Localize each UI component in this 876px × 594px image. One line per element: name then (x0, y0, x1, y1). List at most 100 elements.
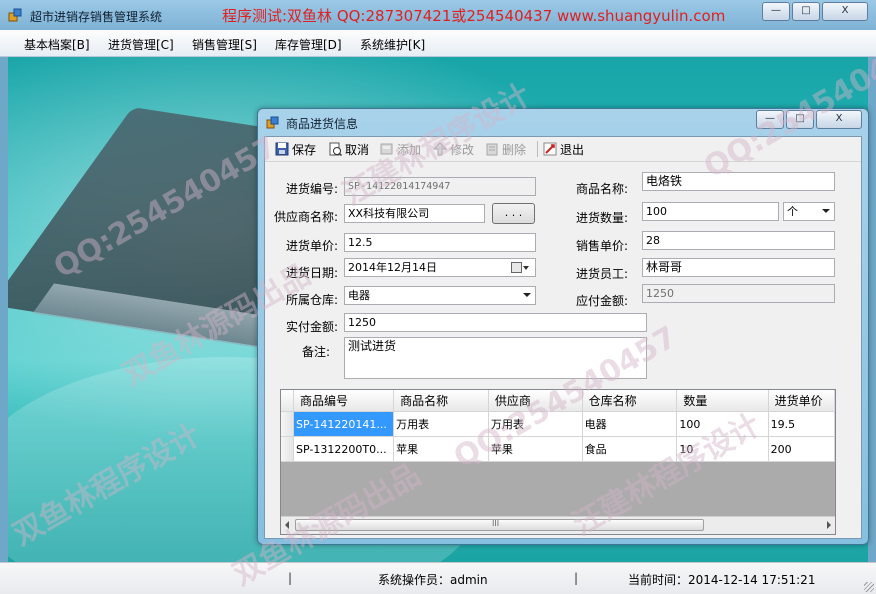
purchase-date-label: 进货日期: (286, 266, 339, 280)
calendar-icon (511, 262, 529, 273)
purchase-date-picker[interactable]: 2014年12月14日 (344, 258, 536, 277)
table-cell[interactable]: 万用表 (488, 411, 583, 437)
add-label: 添加 (397, 142, 422, 157)
horizontal-scrollbar[interactable]: III (281, 516, 835, 534)
column-header[interactable]: 供应商 (488, 390, 583, 412)
cancel-button[interactable]: 取消 (328, 141, 369, 157)
note-label: 备注: (302, 345, 331, 359)
sale-price-field[interactable]: 28 (642, 231, 835, 250)
purchase-date-value: 2014年12月14日 (348, 261, 437, 274)
app-icon (8, 8, 22, 22)
exit-button[interactable]: 退出 (543, 141, 584, 157)
column-header[interactable]: 商品编号 (293, 390, 395, 412)
paid-label: 实付金额: (286, 320, 339, 334)
column-header[interactable]: 数量 (676, 390, 769, 412)
resize-grip[interactable] (864, 582, 874, 592)
clerk-field[interactable]: 林哥哥 (642, 258, 835, 277)
purchase-price-label: 进货单价: (286, 239, 339, 253)
edit-arrow-icon (433, 142, 447, 156)
scroll-right-icon[interactable] (827, 521, 831, 529)
row-header[interactable] (281, 436, 295, 462)
paid-amount-field[interactable]: 1250 (344, 313, 647, 332)
delete-button[interactable]: 删除 (485, 141, 526, 157)
column-header[interactable]: 商品名称 (393, 390, 489, 412)
row-header[interactable] (281, 411, 295, 437)
table-header-row: 商品编号 商品名称 供应商 仓库名称 数量 进货单价 (281, 390, 835, 412)
scrollbar-thumb[interactable]: III (295, 519, 704, 531)
scroll-grip: III (492, 519, 500, 528)
table-row[interactable]: SP-141220141... 万用表 万用表 电器 100 19.5 (281, 411, 835, 437)
supplier-field[interactable]: XX科技有限公司 (344, 204, 485, 223)
dialog-title: 商品进货信息 (286, 117, 359, 131)
dialog-maximize-button[interactable]: □ (786, 110, 814, 129)
status-separator: | (288, 571, 293, 585)
table-cell[interactable]: SP-141220141... (293, 411, 395, 437)
save-icon (275, 142, 289, 156)
window-controls: — □ X (762, 2, 868, 21)
product-name-field[interactable]: 电烙铁 (642, 172, 835, 191)
unit-select[interactable]: 个 (783, 202, 835, 221)
close-button[interactable]: X (822, 2, 868, 21)
table-cell[interactable]: 万用表 (393, 411, 489, 437)
main-title-bar: 超市进销存销售管理系统 程序测试:双鱼林 QQ:287307421或254540… (0, 0, 876, 31)
payable-amount-field[interactable]: 1250 (642, 284, 835, 303)
delete-label: 删除 (502, 142, 527, 157)
minimize-button[interactable]: — (762, 2, 790, 21)
add-icon (380, 143, 393, 155)
note-textarea[interactable]: 测试进货 (344, 337, 647, 379)
table-cell[interactable]: 食品 (582, 436, 678, 462)
column-header[interactable]: 仓库名称 (582, 390, 678, 412)
table-cell[interactable]: 19.5 (768, 411, 835, 437)
supplier-browse-button[interactable]: . . . (492, 203, 535, 224)
cancel-label: 取消 (345, 142, 370, 157)
exit-label: 退出 (560, 142, 585, 157)
status-operator: 系统操作员：admin (378, 573, 488, 587)
menu-inventory[interactable]: 库存管理[D] (275, 36, 342, 53)
purchase-price-field[interactable]: 12.5 (344, 233, 536, 252)
product-name-label: 商品名称: (576, 182, 629, 196)
menu-basic-files[interactable]: 基本档案[B] (24, 36, 90, 53)
status-separator: | (574, 571, 579, 585)
purchase-table: 商品编号 商品名称 供应商 仓库名称 数量 进货单价 SP-141220141.… (281, 390, 835, 462)
scroll-left-icon[interactable] (285, 521, 289, 529)
promo-text: 程序测试:双鱼林 QQ:287307421或254540437 www.shua… (222, 7, 726, 25)
save-label: 保存 (292, 142, 317, 157)
supplier-label: 供应商名称: (274, 210, 339, 224)
chevron-down-icon (523, 293, 531, 297)
menu-sales[interactable]: 销售管理[S] (192, 36, 257, 53)
table-cell[interactable]: 10 (676, 436, 769, 462)
menu-system[interactable]: 系统维护[K] (360, 36, 425, 53)
sale-price-label: 销售单价: (576, 239, 629, 253)
quantity-label: 进货数量: (576, 211, 629, 225)
column-header[interactable]: 进货单价 (768, 390, 835, 412)
maximize-button[interactable]: □ (792, 2, 820, 21)
grid-corner (281, 390, 295, 412)
purchase-no-field[interactable]: SP-14122014174947 (344, 177, 536, 196)
toolbar-separator (537, 141, 538, 157)
status-time: 当前时间：2014-12-14 17:51:21 (628, 573, 816, 587)
purchase-grid: 商品编号 商品名称 供应商 仓库名称 数量 进货单价 SP-141220141.… (280, 389, 836, 535)
warehouse-label: 所属仓库: (286, 293, 339, 307)
menu-bar: 基本档案[B] 进货管理[C] 销售管理[S] 库存管理[D] 系统维护[K] (0, 30, 876, 57)
toolbar: 保存 取消 添加 修改 删除 退出 (265, 137, 861, 162)
delete-icon (486, 143, 498, 156)
dialog-close-button[interactable]: X (816, 110, 862, 129)
purchase-no-label: 进货编号: (286, 182, 339, 196)
menu-purchase[interactable]: 进货管理[C] (108, 36, 174, 53)
dialog-window-controls: — □ X (756, 110, 862, 129)
save-button[interactable]: 保存 (275, 141, 316, 157)
table-row[interactable]: SP-1312200T0... 苹果 苹果 食品 10 200 (281, 436, 835, 462)
table-cell[interactable]: 电器 (582, 411, 678, 437)
purchase-info-window: 商品进货信息 — □ X 保存 取消 添加 修改 删除 退出 进货编号: SP-… (257, 108, 869, 545)
table-cell[interactable]: SP-1312200T0... (293, 436, 395, 462)
table-cell[interactable]: 苹果 (393, 436, 489, 462)
exit-icon (543, 142, 557, 156)
warehouse-select[interactable]: 电器 (344, 286, 536, 305)
quantity-field[interactable]: 100 (642, 202, 779, 221)
table-cell[interactable]: 200 (768, 436, 835, 462)
dialog-minimize-button[interactable]: — (756, 110, 784, 129)
edit-button[interactable]: 修改 (433, 141, 474, 157)
table-cell[interactable]: 苹果 (488, 436, 583, 462)
table-cell[interactable]: 100 (676, 411, 769, 437)
add-button[interactable]: 添加 (380, 141, 421, 157)
